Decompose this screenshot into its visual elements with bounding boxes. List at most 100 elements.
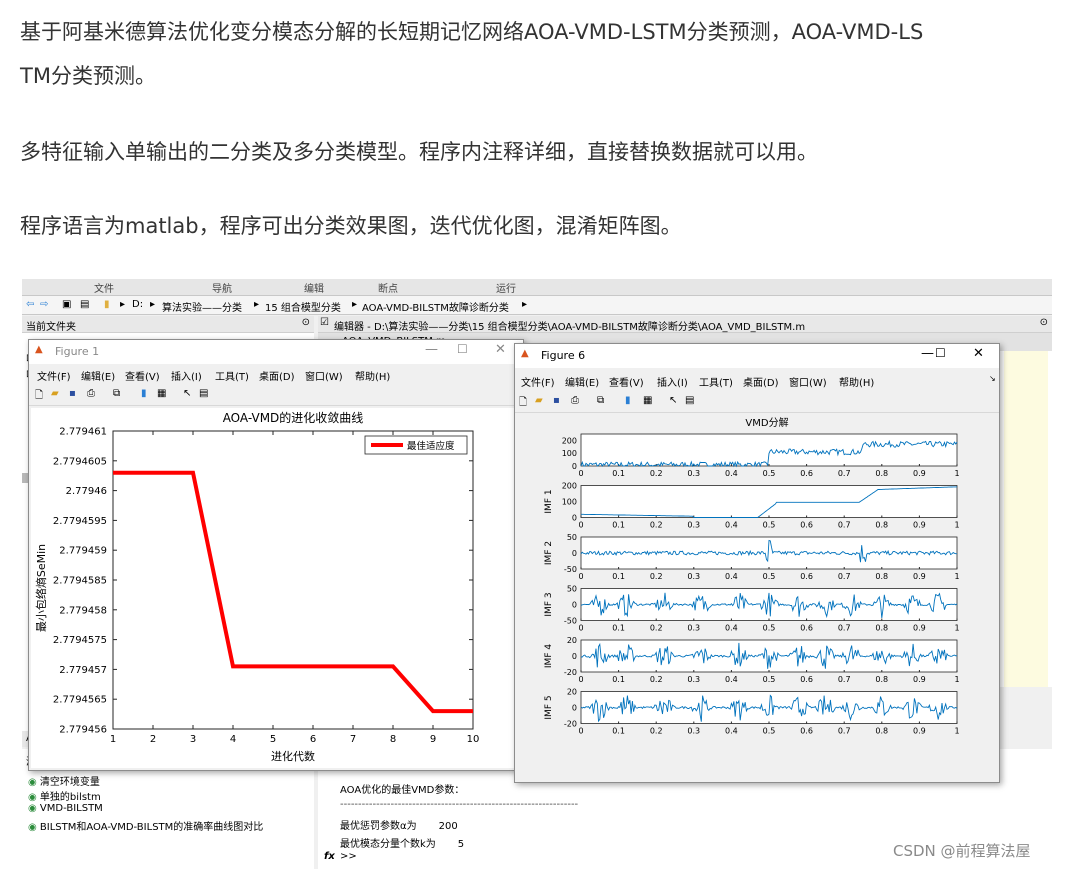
menu-tools[interactable]: 工具(T)	[215, 368, 249, 383]
y-tick-label: 20	[567, 636, 577, 645]
menu-window[interactable]: 窗口(W)	[305, 368, 343, 383]
x-tick-label: 0	[578, 624, 583, 633]
figure1-titlebar[interactable]: ▲ Figure 1 — ☐ ✕	[29, 340, 523, 364]
menu-file[interactable]: 文件(F)	[521, 374, 555, 389]
property-icon[interactable]: ▤	[685, 395, 699, 409]
back-arrow-icon[interactable]: ⇦	[26, 299, 34, 310]
history-item[interactable]: ◉ VMD-BILSTM	[28, 803, 103, 814]
x-tick-label: 0.6	[800, 469, 813, 478]
x-tick-label: 0.4	[725, 624, 738, 633]
menu-view[interactable]: 查看(V)	[125, 368, 160, 383]
open-icon[interactable]: ▰	[535, 395, 549, 409]
history-item[interactable]: ◉ 单独的bilstm	[28, 788, 101, 803]
breadcrumb-sep-icon: ▸	[254, 299, 260, 310]
panel-menu-icon[interactable]: ⊙	[1040, 317, 1048, 328]
x-tick-label: 0.5	[763, 727, 776, 736]
link-icon[interactable]: ⧉	[113, 388, 127, 402]
print-icon[interactable]: ⎙	[571, 395, 585, 409]
breadcrumb-folder-2[interactable]: 15 组合模型分类	[265, 299, 341, 314]
address-bar[interactable]: ⇦ ⇨ ▣ ▤ ▮ ▸ D: ▸ 算法实验——分类 ▸ 15 组合模型分类 ▸ …	[22, 296, 1052, 315]
menu-help[interactable]: 帮助(H)	[355, 368, 390, 383]
ribbon-tab-breakpoints[interactable]: 断点	[378, 280, 398, 295]
subplot-y-label: IMF 1	[544, 489, 554, 513]
panel-menu-icon[interactable]: ⊙	[302, 317, 310, 328]
x-tick-label: 0.3	[687, 727, 700, 736]
x-tick-label: 0.6	[800, 624, 813, 633]
property-icon[interactable]: ▤	[199, 388, 213, 402]
x-tick-label: 0.5	[763, 675, 776, 684]
minimize-icon[interactable]: —	[921, 346, 934, 361]
y-tick-label: -50	[564, 617, 577, 626]
menu-tools[interactable]: 工具(T)	[699, 374, 733, 389]
colorbar-icon[interactable]: ▮	[625, 395, 639, 409]
history-item[interactable]: ◉ 清空环境变量	[28, 773, 100, 788]
close-icon[interactable]: ✕	[973, 346, 984, 361]
x-tick-label: 0.5	[763, 521, 776, 530]
menu-edit[interactable]: 编辑(E)	[81, 368, 115, 383]
link-icon[interactable]: ⧉	[597, 395, 611, 409]
legend-icon[interactable]: ▦	[157, 388, 171, 402]
menu-view[interactable]: 查看(V)	[609, 374, 644, 389]
save-icon[interactable]: ▪	[553, 395, 567, 409]
subplot-2: 500-500 0.1 0.2 0.3 0.4 0.5 0.6 0.7 0.8 0.9 1IMF 2	[544, 533, 960, 581]
new-file-icon[interactable]: 🗋	[35, 388, 49, 402]
menu-edit[interactable]: 编辑(E)	[565, 374, 599, 389]
menu-window[interactable]: 窗口(W)	[789, 374, 827, 389]
x-tick-label: 0.9	[913, 727, 926, 736]
up-folder-icon[interactable]: ▣	[62, 299, 71, 310]
x-tick-label: 0.5	[763, 469, 776, 478]
menu-desktop[interactable]: 桌面(D)	[259, 368, 295, 383]
open-icon[interactable]: ▰	[51, 388, 65, 402]
figure6-title: Figure 6	[541, 349, 586, 362]
menu-insert[interactable]: 插入(I)	[657, 374, 688, 389]
menu-file[interactable]: 文件(F)	[37, 368, 71, 383]
csdn-watermark: CSDN @前程算法屋	[893, 842, 1031, 860]
breadcrumb-drive[interactable]: D:	[132, 299, 143, 310]
maximize-icon[interactable]: ☐	[935, 346, 946, 360]
close-icon[interactable]: ✕	[495, 342, 506, 357]
new-file-icon[interactable]: 🗋	[519, 395, 533, 409]
figure6-window[interactable]: ▲ Figure 6 — ☐ ✕ 文件(F) 编辑(E) 查看(V) 插入(I)…	[514, 343, 1000, 783]
subplot-y-label: IMF 5	[544, 695, 554, 719]
menu-desktop[interactable]: 桌面(D)	[743, 374, 779, 389]
figure1-window[interactable]: ▲ Figure 1 — ☐ ✕ 文件(F) 编辑(E) 查看(V) 插入(I)…	[28, 339, 524, 771]
colorbar-icon[interactable]: ▮	[141, 388, 155, 402]
minimize-icon[interactable]: —	[425, 342, 438, 357]
x-tick-label: 0.2	[650, 624, 663, 633]
ribbon-tab-run[interactable]: 运行	[496, 280, 516, 295]
dock-arrow-icon[interactable]: ↘	[989, 374, 996, 383]
forward-arrow-icon[interactable]: ⇨	[40, 299, 48, 310]
ribbon-tab-navigate[interactable]: 导航	[212, 280, 232, 295]
pointer-icon[interactable]: ↖	[183, 388, 197, 402]
x-tick-label: 8	[390, 734, 396, 745]
breadcrumb-sep-icon: ▸	[120, 299, 126, 310]
subplot-axes-0	[580, 433, 958, 467]
history-item[interactable]: ◉ BILSTM和AOA-VMD-BILSTM的准确率曲线图对比	[28, 818, 263, 833]
pointer-icon[interactable]: ↖	[669, 395, 683, 409]
menu-insert[interactable]: 插入(I)	[171, 368, 202, 383]
menu-help[interactable]: 帮助(H)	[839, 374, 874, 389]
breadcrumb-folder-3[interactable]: AOA-VMD-BILSTM故障诊断分类	[362, 299, 509, 314]
editor-icon: ☑	[320, 317, 329, 328]
x-tick-label: 0.7	[838, 675, 851, 684]
current-folder-title: 当前文件夹	[26, 322, 76, 333]
breadcrumb-folder-1[interactable]: 算法实验——分类	[162, 299, 242, 314]
y-tick-label: -20	[564, 720, 577, 729]
ribbon-tab-file[interactable]: 文件	[94, 280, 114, 295]
maximize-icon[interactable]: ☐	[457, 342, 468, 356]
x-tick-label: 1	[954, 727, 959, 736]
x-tick-label: 0.9	[913, 572, 926, 581]
save-icon[interactable]: ▪	[69, 388, 83, 402]
x-tick-label: 1	[954, 624, 959, 633]
x-tick-label: 0.7	[838, 469, 851, 478]
figure6-titlebar[interactable]: ▲ Figure 6 — ☐ ✕	[515, 344, 999, 368]
x-tick-label: 1	[110, 734, 116, 745]
series-line	[113, 470, 473, 714]
browse-folder-icon[interactable]: ▤	[80, 299, 89, 310]
ribbon-tab-edit[interactable]: 编辑	[304, 280, 324, 295]
legend-icon[interactable]: ▦	[643, 395, 657, 409]
x-tick-label: 1	[954, 469, 959, 478]
print-icon[interactable]: ⎙	[87, 388, 101, 402]
x-tick-label: 0.2	[650, 521, 663, 530]
command-prompt[interactable]: >>	[340, 851, 357, 862]
